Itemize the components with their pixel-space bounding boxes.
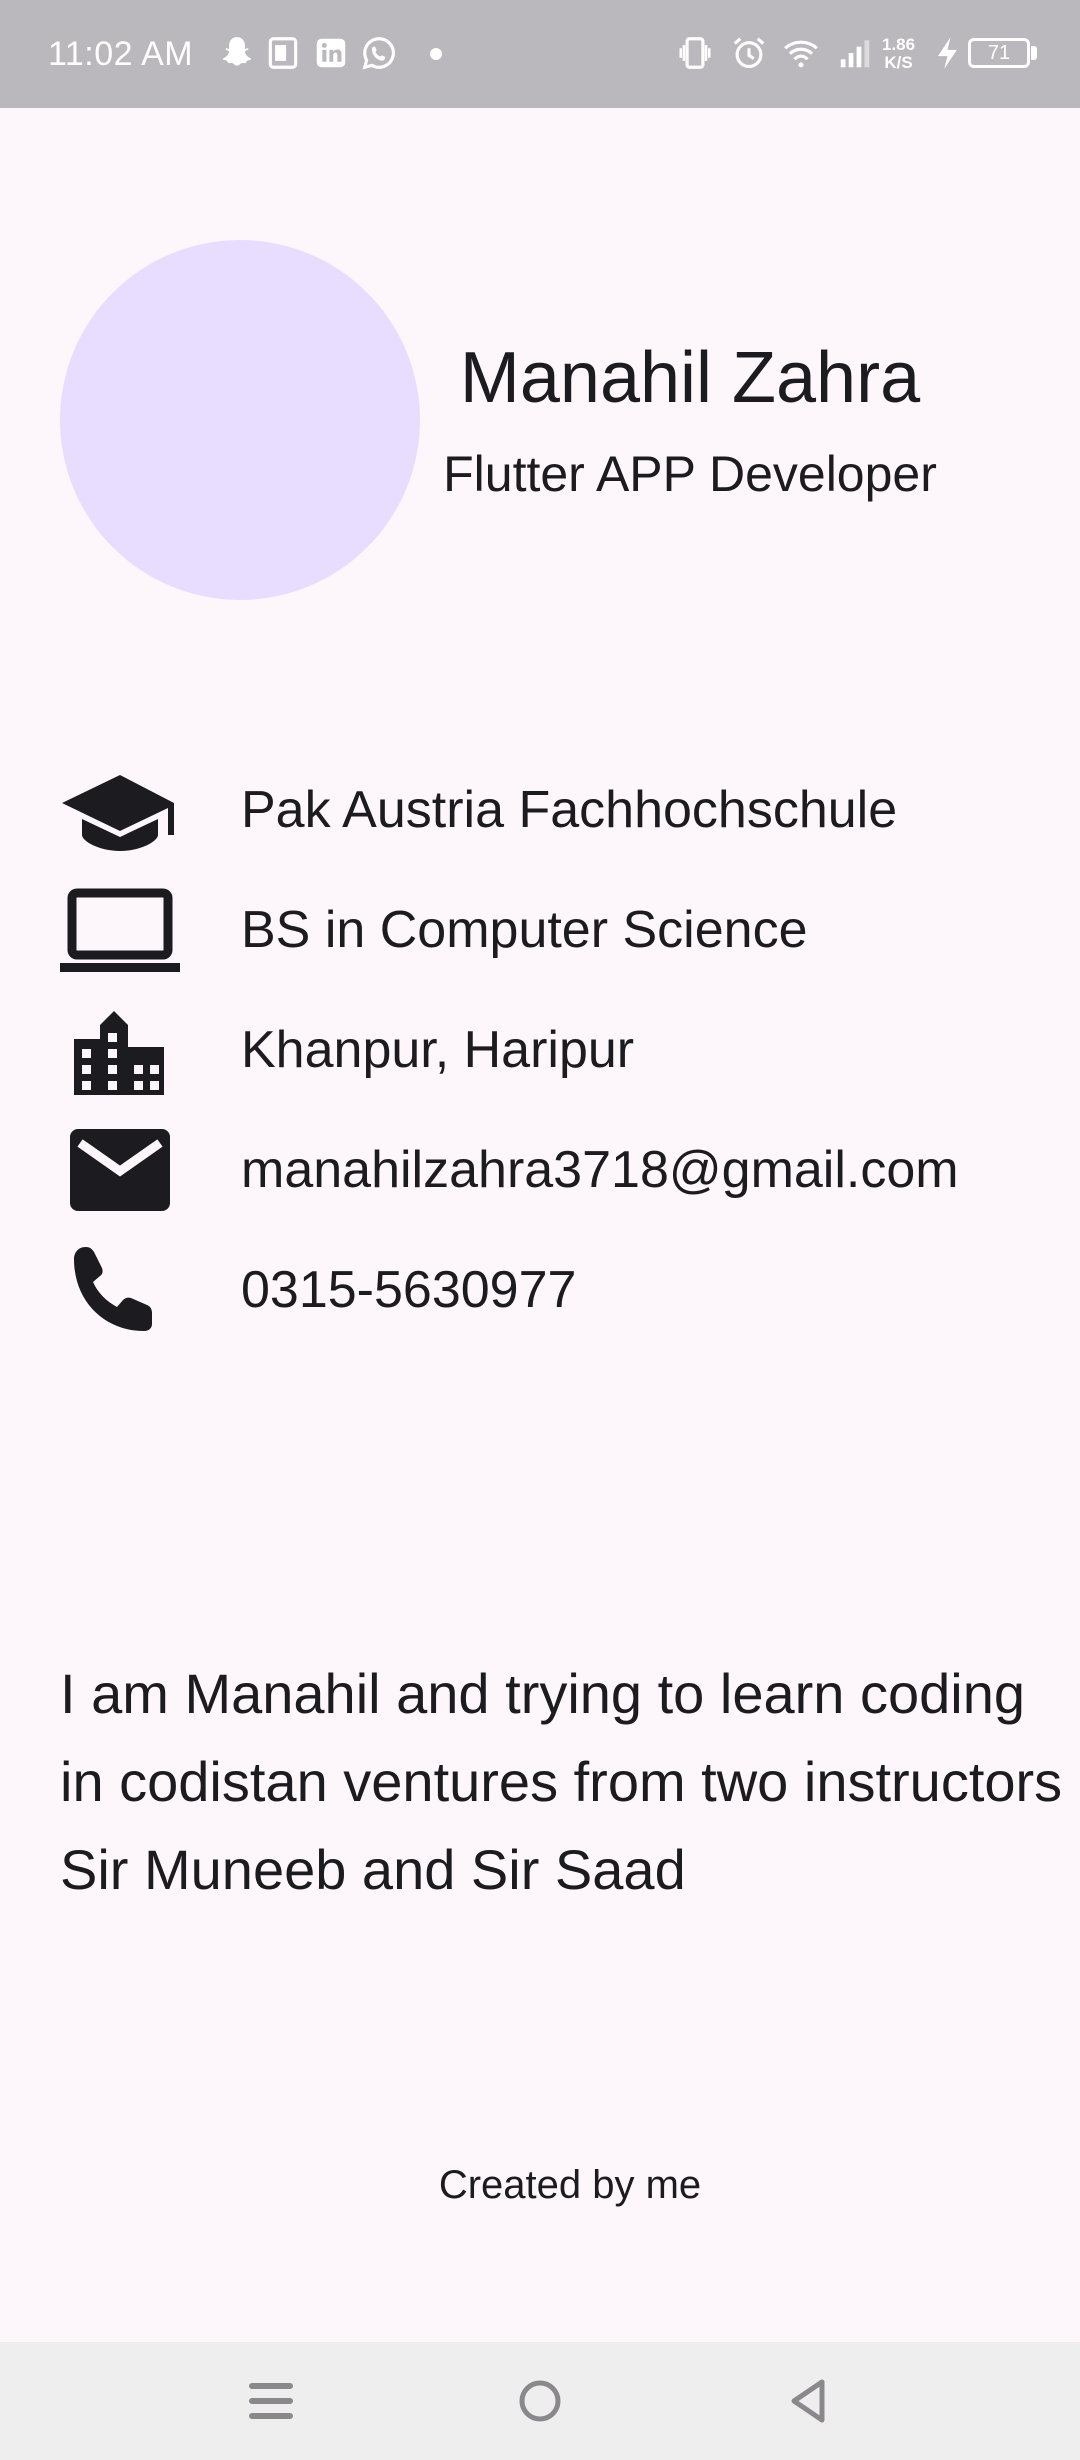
info-row-education: Pak Austria Fachhochschule (0, 755, 1080, 865)
linkedin-icon (316, 38, 346, 68)
signal-icon (840, 40, 870, 68)
school-icon (62, 775, 174, 851)
notification-dot (430, 48, 442, 60)
phone-icon (74, 1247, 152, 1331)
info-row-email: manahilzahra3718@gmail.com (0, 1115, 1080, 1225)
vibrate-icon (679, 37, 711, 69)
home-icon[interactable] (505, 2366, 575, 2436)
battery-level: 71 (987, 42, 1011, 64)
wifi-icon (784, 40, 818, 68)
email-icon (70, 1129, 170, 1211)
bio-text: I am Manahil and trying to learn coding … (60, 1662, 1063, 1901)
network-speed-unit: K/S (884, 53, 913, 72)
menu-icon[interactable] (236, 2366, 306, 2436)
navigation-bar (0, 2342, 1080, 2460)
status-time: 11:02 AM (48, 35, 194, 73)
battery-cap (1031, 46, 1037, 60)
publisher-icon (268, 37, 298, 69)
laptop-icon (60, 888, 180, 972)
info-text-phone: 0315-5630977 (241, 1261, 577, 1319)
info-text-education: Pak Austria Fachhochschule (241, 781, 898, 839)
network-speed: 1.86 K/S (882, 36, 915, 72)
snapchat-icon (222, 37, 252, 66)
info-row-phone: 0315-5630977 (0, 1235, 1080, 1345)
avatar (60, 240, 420, 600)
profile-title: Flutter APP Developer (443, 446, 937, 502)
info-text-location: Khanpur, Haripur (241, 1021, 635, 1079)
back-icon[interactable] (774, 2366, 844, 2436)
network-speed-value: 1.86 (882, 35, 916, 54)
info-text-degree: BS in Computer Science (241, 901, 808, 959)
info-text-email: manahilzahra3718@gmail.com (241, 1141, 959, 1199)
footer-text: Created by me (438, 2163, 702, 2207)
info-row-degree: BS in Computer Science (0, 875, 1080, 985)
alarm-icon (733, 37, 765, 69)
info-row-location: Khanpur, Haripur (0, 995, 1080, 1105)
whatsapp-icon (362, 37, 395, 70)
location-city-icon (74, 1011, 164, 1095)
charging-bolt-icon (937, 37, 957, 69)
profile-name: Manahil Zahra (459, 338, 921, 418)
status-bar: 11:02 AM 1.86 K/S 71 (0, 0, 1080, 108)
